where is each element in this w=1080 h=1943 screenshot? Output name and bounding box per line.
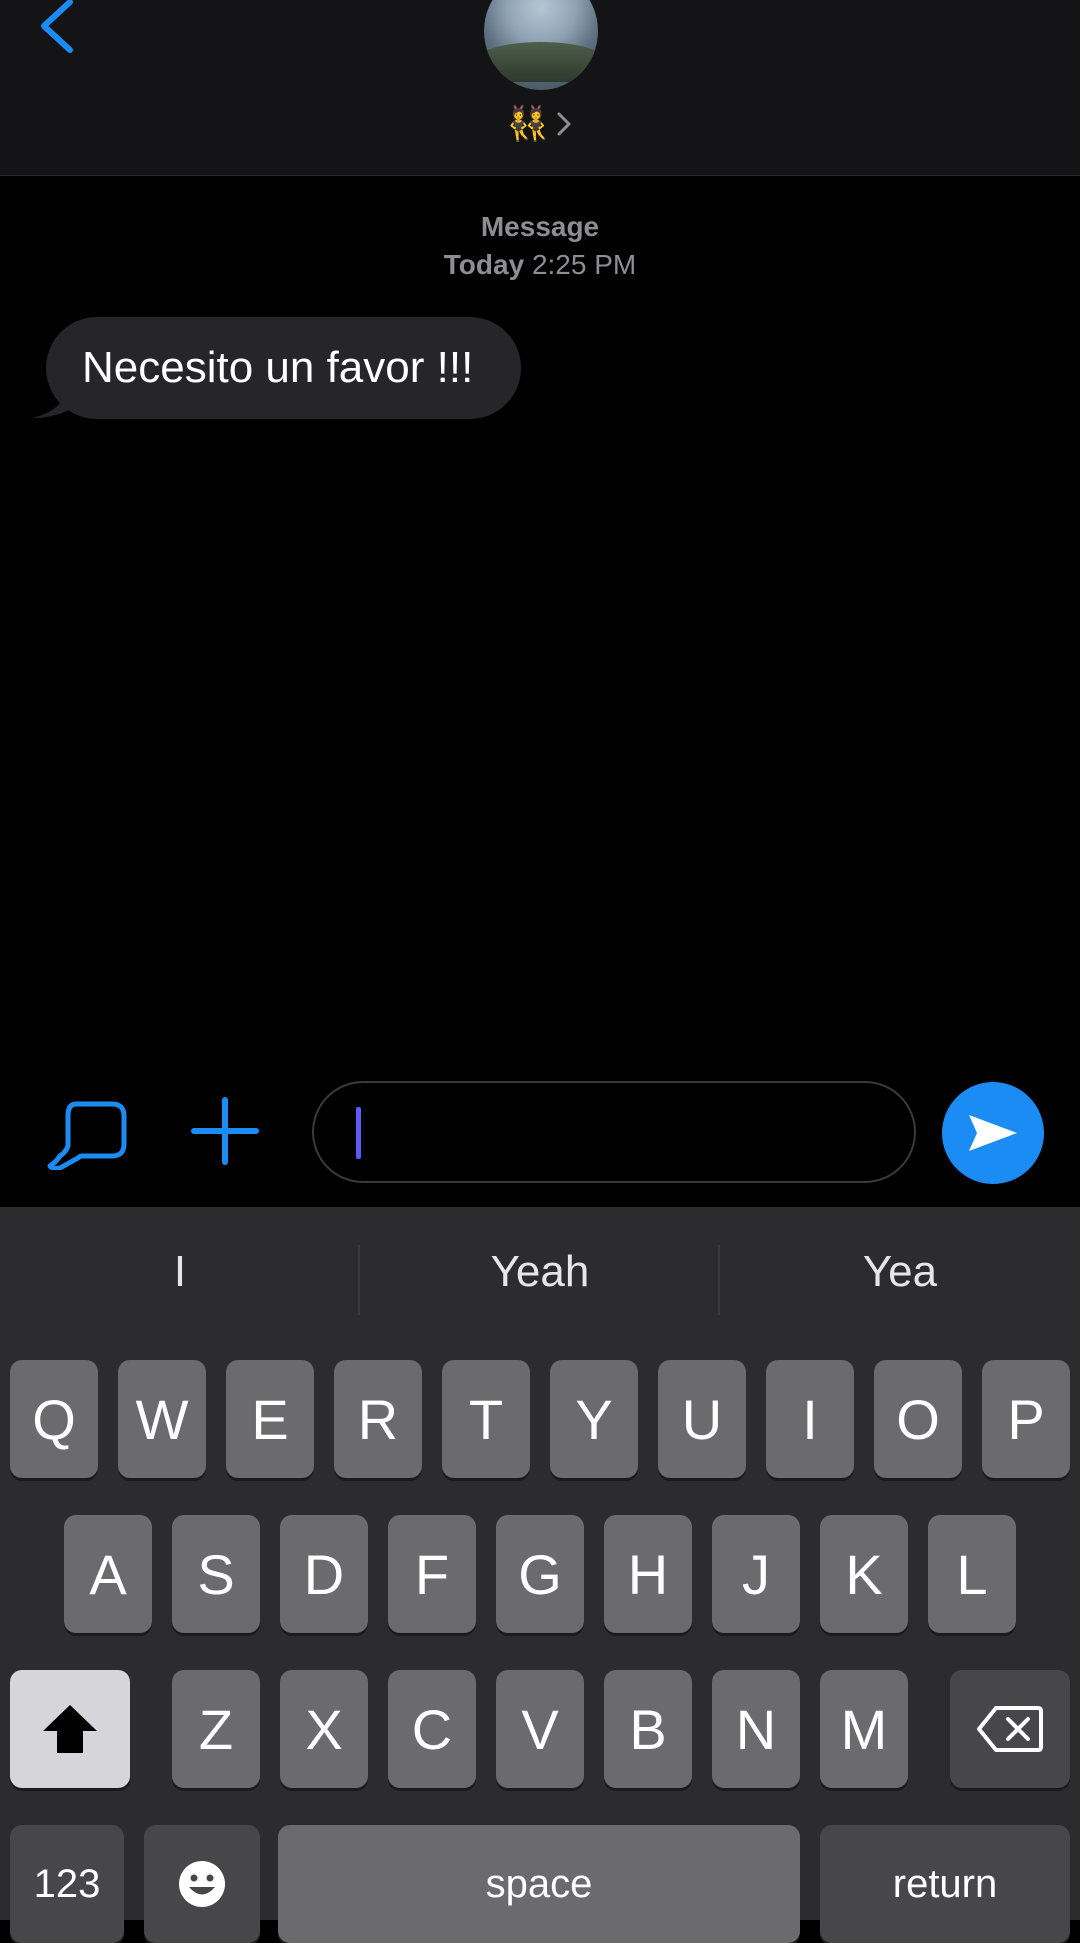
message-input[interactable] — [312, 1081, 916, 1183]
key-f[interactable]: F — [388, 1515, 476, 1633]
key-x[interactable]: X — [280, 1670, 368, 1788]
keyboard: I Yeah Yea Q W E R T Y U I O P A S D F G… — [0, 1207, 1080, 1943]
suggestion-bar: I Yeah Yea — [0, 1207, 1080, 1357]
shift-arrow-icon — [43, 1705, 97, 1753]
key-n[interactable]: N — [712, 1670, 800, 1788]
back-chevron-icon[interactable] — [30, 0, 90, 60]
timestamp-day: Today — [443, 249, 525, 280]
suggestion-2[interactable]: Yeah — [360, 1247, 720, 1297]
thread-meta: Message Today 2:25 PM — [0, 208, 1080, 284]
key-z[interactable]: Z — [172, 1670, 260, 1788]
key-y[interactable]: Y — [550, 1360, 638, 1478]
key-k[interactable]: K — [820, 1515, 908, 1633]
key-g[interactable]: G — [496, 1515, 584, 1633]
space-key[interactable]: space — [278, 1825, 800, 1943]
backspace-icon — [977, 1706, 1043, 1752]
key-m[interactable]: M — [820, 1670, 908, 1788]
incoming-message-bubble[interactable]: Necesito un favor !!! — [46, 317, 522, 419]
key-l[interactable]: L — [928, 1515, 1016, 1633]
timestamp: Today 2:25 PM — [0, 246, 1080, 284]
message-text: Necesito un favor !!! — [82, 343, 474, 392]
backspace-key[interactable] — [950, 1670, 1070, 1788]
send-icon — [969, 1115, 1017, 1151]
key-o[interactable]: O — [874, 1360, 962, 1478]
plus-icon[interactable] — [190, 1096, 260, 1166]
contact-name: 👯 — [506, 105, 550, 143]
shift-key[interactable] — [10, 1670, 130, 1788]
key-e[interactable]: E — [226, 1360, 314, 1478]
key-s[interactable]: S — [172, 1515, 260, 1633]
return-key[interactable]: return — [820, 1825, 1070, 1943]
numbers-key[interactable]: 123 — [10, 1825, 124, 1943]
timestamp-time: 2:25 PM — [531, 249, 637, 280]
service-label: Message — [480, 211, 600, 242]
key-b[interactable]: B — [604, 1670, 692, 1788]
key-w[interactable]: W — [118, 1360, 206, 1478]
suggestion-3[interactable]: Yea — [720, 1247, 1080, 1297]
contact-name-button[interactable]: 👯 — [0, 102, 1080, 146]
text-caret — [356, 1107, 361, 1159]
send-button[interactable] — [942, 1082, 1044, 1184]
key-i[interactable]: I — [766, 1360, 854, 1478]
key-u[interactable]: U — [658, 1360, 746, 1478]
chevron-right-icon — [557, 112, 571, 136]
key-j[interactable]: J — [712, 1515, 800, 1633]
emoji-key[interactable] — [144, 1825, 260, 1943]
key-q[interactable]: Q — [10, 1360, 98, 1478]
key-h[interactable]: H — [604, 1515, 692, 1633]
key-v[interactable]: V — [496, 1670, 584, 1788]
app-drawer-icon[interactable] — [46, 1098, 130, 1170]
key-d[interactable]: D — [280, 1515, 368, 1633]
key-t[interactable]: T — [442, 1360, 530, 1478]
contact-avatar[interactable] — [484, 0, 598, 90]
suggestion-1[interactable]: I — [0, 1247, 360, 1297]
key-a[interactable]: A — [64, 1515, 152, 1633]
key-c[interactable]: C — [388, 1670, 476, 1788]
key-p[interactable]: P — [982, 1360, 1070, 1478]
key-r[interactable]: R — [334, 1360, 422, 1478]
emoji-icon — [179, 1861, 225, 1907]
conversation-header: 👯 — [0, 0, 1080, 176]
